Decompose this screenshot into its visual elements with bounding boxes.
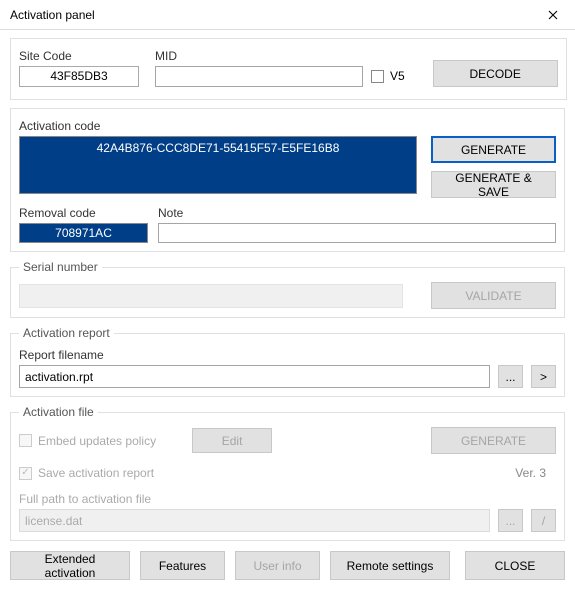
close-icon[interactable] — [530, 0, 575, 30]
embed-checkbox — [19, 434, 32, 447]
extended-activation-button[interactable]: Extended activation — [10, 551, 130, 580]
user-info-button: User info — [235, 551, 320, 580]
bottom-toolbar: Extended activation Features User info R… — [10, 549, 565, 582]
filename-input[interactable] — [19, 365, 490, 388]
fullpath-label: Full path to activation file — [19, 492, 556, 506]
removal-code-value[interactable]: 708971AC — [19, 223, 148, 243]
activation-code-value[interactable]: 42A4B876-CCC8DE71-55415F57-E5FE16B8 — [19, 136, 417, 194]
generate-button[interactable]: GENERATE — [431, 136, 556, 163]
features-button[interactable]: Features — [140, 551, 225, 580]
mid-label: MID — [155, 49, 363, 63]
file-group: Activation file Embed updates policy Edi… — [10, 405, 565, 541]
generate-file-button: GENERATE — [431, 427, 556, 454]
serial-input — [19, 284, 403, 308]
site-code-value: 43F85DB3 — [19, 66, 139, 87]
note-label: Note — [158, 206, 556, 220]
mid-input[interactable] — [155, 66, 363, 87]
decode-button[interactable]: DECODE — [433, 60, 558, 87]
site-code-label: Site Code — [19, 49, 147, 63]
close-button[interactable]: CLOSE — [465, 551, 565, 580]
validate-button: VALIDATE — [431, 282, 556, 309]
save-report-label: Save activation report — [38, 466, 154, 480]
note-input[interactable] — [158, 223, 556, 243]
browse-file-button: ... — [498, 509, 523, 532]
activation-code-label: Activation code — [19, 119, 556, 133]
titlebar: Activation panel — [0, 0, 575, 30]
window-title: Activation panel — [10, 8, 95, 22]
serial-group: Serial number VALIDATE — [10, 260, 565, 318]
remote-settings-button[interactable]: Remote settings — [330, 551, 450, 580]
file-legend: Activation file — [19, 405, 98, 419]
report-legend: Activation report — [19, 326, 114, 340]
embed-label: Embed updates policy — [38, 434, 156, 448]
fullpath-input — [19, 509, 490, 532]
v5-label: V5 — [390, 69, 405, 83]
generate-save-button[interactable]: GENERATE & SAVE — [431, 171, 556, 198]
activation-group: Activation code 42A4B876-CCC8DE71-55415F… — [10, 108, 565, 252]
serial-legend: Serial number — [19, 260, 102, 274]
report-group: Activation report Report filename ... > — [10, 326, 565, 397]
v5-checkbox[interactable] — [371, 70, 384, 83]
filename-label: Report filename — [19, 348, 556, 362]
decode-group: Site Code 43F85DB3 MID V5 DECODE — [10, 38, 567, 100]
save-report-checkbox: ✓ — [19, 467, 32, 480]
version-label: Ver. 3 — [515, 466, 546, 480]
open-file-button: / — [531, 509, 556, 532]
edit-button: Edit — [192, 428, 272, 453]
browse-report-button[interactable]: ... — [498, 365, 523, 388]
removal-code-label: Removal code — [19, 206, 150, 220]
open-report-button[interactable]: > — [531, 365, 556, 388]
